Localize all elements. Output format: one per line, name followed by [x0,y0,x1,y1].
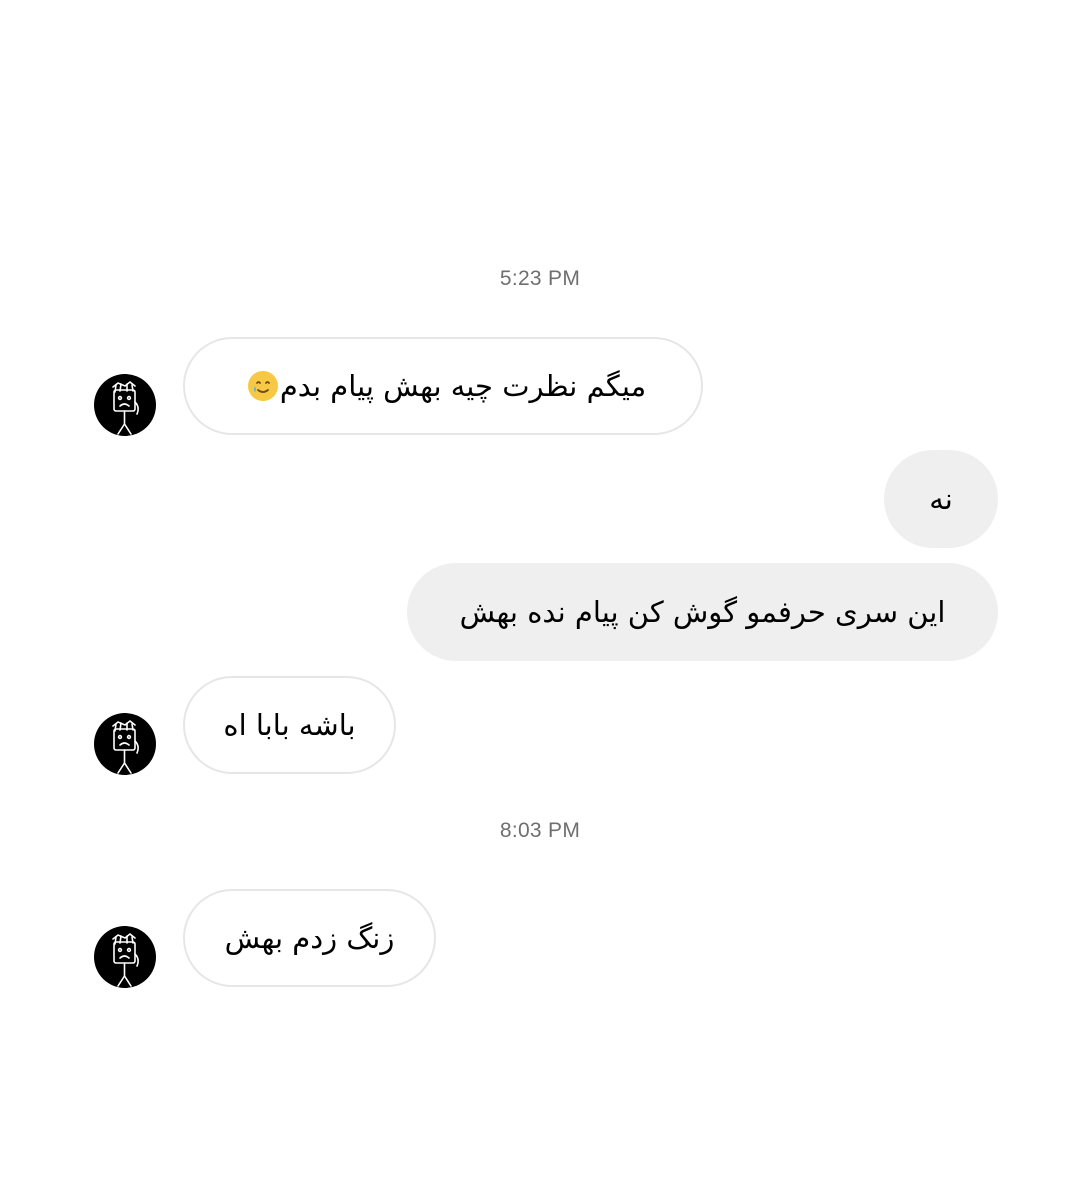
message-text: نه [929,482,953,516]
message-bubble-incoming[interactable]: زنگ زدم بهش [183,889,436,987]
sketch-face-avatar-icon [112,719,139,774]
message-bubble-incoming[interactable]: میگم نظرت چیه بهش پیام بدم [183,337,703,435]
avatar[interactable] [94,713,156,775]
sketch-face-avatar-icon [112,932,139,987]
message-bubble-outgoing[interactable]: این سری حرفمو گوش کن پیام نده بهش [407,563,998,661]
message-bubble-outgoing[interactable]: نه [884,450,998,548]
avatar[interactable] [94,374,156,436]
smiling-face-with-tear-icon [246,369,280,403]
message-text: باشه بابا اه [223,708,356,742]
message-bubble-incoming[interactable]: باشه بابا اه [183,676,396,774]
message-text: این سری حرفمو گوش کن پیام نده بهش [459,595,946,629]
timestamp: 5:23 PM [499,267,581,290]
avatar[interactable] [94,926,156,988]
message-text: میگم نظرت چیه بهش پیام بدم [279,369,647,403]
sketch-face-avatar-icon [112,380,139,435]
message-text: زنگ زدم بهش [224,921,395,955]
timestamp: 8:03 PM [499,819,581,842]
